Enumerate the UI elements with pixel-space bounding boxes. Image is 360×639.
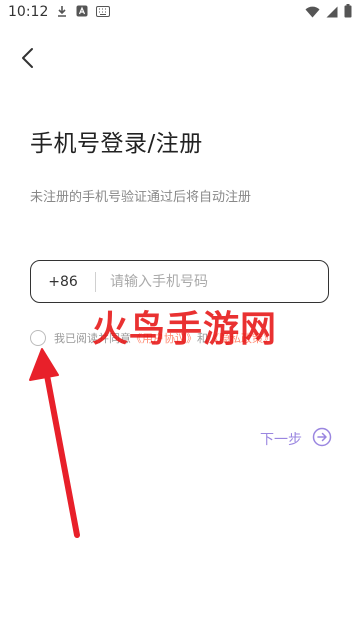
next-step-button[interactable]: 下一步 [260,427,332,451]
page-title: 手机号登录/注册 [30,131,203,157]
status-bar: 10:12 [0,0,360,24]
wifi-icon [305,3,320,22]
signal-icon [326,3,338,22]
agreement-and: 和 [197,332,208,345]
arrow-right-circle-icon [312,427,332,451]
privacy-policy-link[interactable]: 《隐私政策》 [208,330,274,346]
status-time: 10:12 [8,4,49,20]
back-button[interactable] [14,46,42,74]
phone-input-box: +86 [30,260,329,303]
status-right [305,3,352,22]
annotation-arrow [29,348,80,538]
a-badge-icon [76,5,88,19]
keyboard-icon [96,5,111,19]
country-code-selector[interactable]: +86 [31,274,95,290]
agreement-checkbox[interactable] [30,330,46,346]
next-step-label: 下一步 [260,432,302,448]
agreement-prefix: 我已阅读并同意 [54,332,131,345]
phone-number-input[interactable] [96,260,328,303]
battery-icon [344,3,352,22]
agreement-row: 我已阅读并同意 《用户协议》 和 《隐私政策》 [30,330,274,346]
page-subtitle: 未注册的手机号验证通过后将自动注册 [30,190,252,205]
download-icon [56,5,68,19]
status-left: 10:12 [8,4,111,20]
chevron-left-icon [20,47,36,73]
user-agreement-link[interactable]: 《用户协议》 [131,330,197,346]
